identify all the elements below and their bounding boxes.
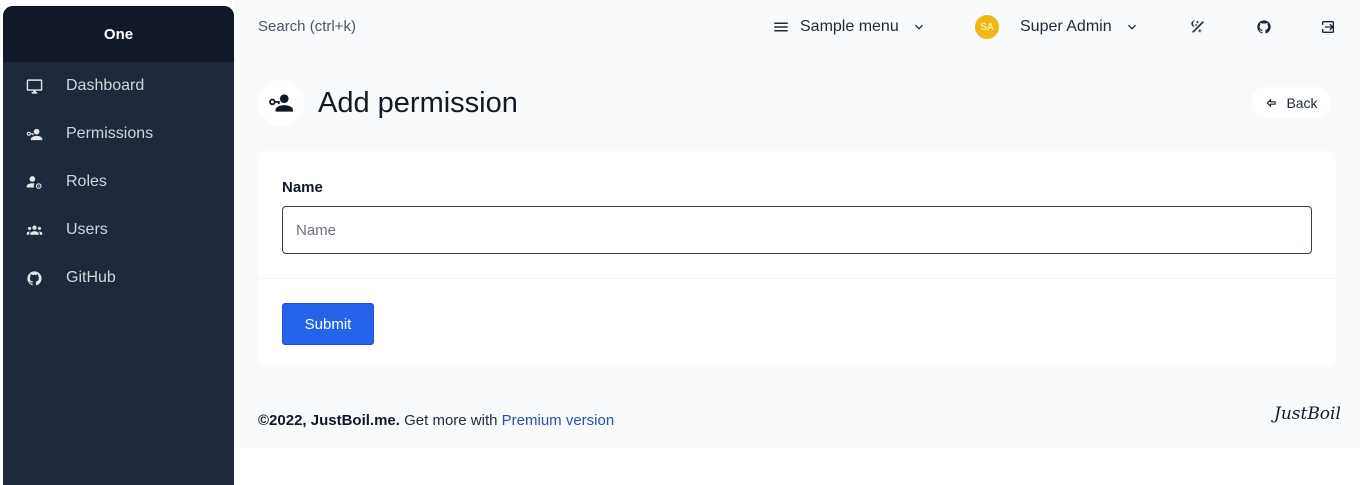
- menu-icon: [774, 22, 788, 32]
- footer-copyright: ©2022, JustBoil.me.: [258, 412, 400, 429]
- sidebar-item-github[interactable]: GitHub: [3, 254, 234, 302]
- account-key-icon: [25, 125, 43, 143]
- premium-version-link[interactable]: Premium version: [502, 412, 615, 429]
- sidebar-item-label: Users: [66, 221, 108, 238]
- sidebar-item-label: Permissions: [66, 125, 154, 142]
- avatar: SA: [975, 15, 999, 39]
- footer: ©2022, JustBoil.me. Get more with Premiu…: [258, 412, 614, 429]
- permission-form-card: Name Submit: [258, 151, 1336, 367]
- github-link[interactable]: [1256, 15, 1272, 39]
- theme-toggle-button[interactable]: [1190, 15, 1206, 39]
- back-label: Back: [1286, 94, 1318, 111]
- chevron-down-icon: [1127, 24, 1136, 30]
- account-lock-icon: [25, 173, 43, 191]
- chevron-down-icon: [914, 24, 923, 30]
- justboil-logo[interactable]: JustBoil: [1274, 404, 1341, 424]
- logout-icon: [1322, 21, 1334, 33]
- sample-menu-label: Sample menu: [800, 18, 899, 35]
- sample-menu-dropdown[interactable]: Sample menu: [772, 15, 927, 39]
- user-menu-dropdown[interactable]: SA Super Admin: [975, 15, 1140, 39]
- sidebar-item-roles[interactable]: Roles: [3, 158, 234, 206]
- submit-button[interactable]: Submit: [282, 303, 374, 345]
- user-name: Super Admin: [1020, 18, 1112, 35]
- name-field-label: Name: [282, 179, 323, 196]
- sidebar-item-label: GitHub: [66, 269, 116, 286]
- form-divider: [258, 278, 1336, 279]
- sidebar-brand: One: [3, 6, 234, 62]
- page-header: Add permission: [258, 80, 518, 126]
- back-button[interactable]: Back: [1251, 87, 1331, 118]
- search-input[interactable]: Search (ctrl+k): [258, 18, 356, 35]
- account-group-icon: [25, 221, 43, 239]
- monitor-icon: [25, 77, 43, 95]
- logout-button[interactable]: [1320, 15, 1336, 39]
- footer-text: Get more with: [399, 412, 502, 429]
- account-key-icon: [258, 80, 304, 126]
- github-icon: [25, 269, 43, 287]
- name-field[interactable]: [282, 206, 1312, 254]
- sidebar-item-users[interactable]: Users: [3, 206, 234, 254]
- sidebar-item-label: Roles: [66, 173, 107, 190]
- github-icon: [1257, 20, 1271, 34]
- theme-light-dark-icon: [1191, 20, 1204, 34]
- top-navbar: Search (ctrl+k) Sample menu SA Super Adm…: [234, 0, 1360, 54]
- main-content: Search (ctrl+k) Sample menu SA Super Adm…: [234, 0, 1360, 448]
- arrow-left-icon: [1266, 97, 1277, 108]
- sidebar-item-permissions[interactable]: Permissions: [3, 110, 234, 158]
- sidebar-item-label: Dashboard: [66, 77, 145, 94]
- sidebar-item-dashboard[interactable]: Dashboard: [3, 62, 234, 110]
- page-title: Add permission: [318, 86, 518, 119]
- sidebar: One Dashboard Permissions Roles Users Gi…: [3, 6, 234, 485]
